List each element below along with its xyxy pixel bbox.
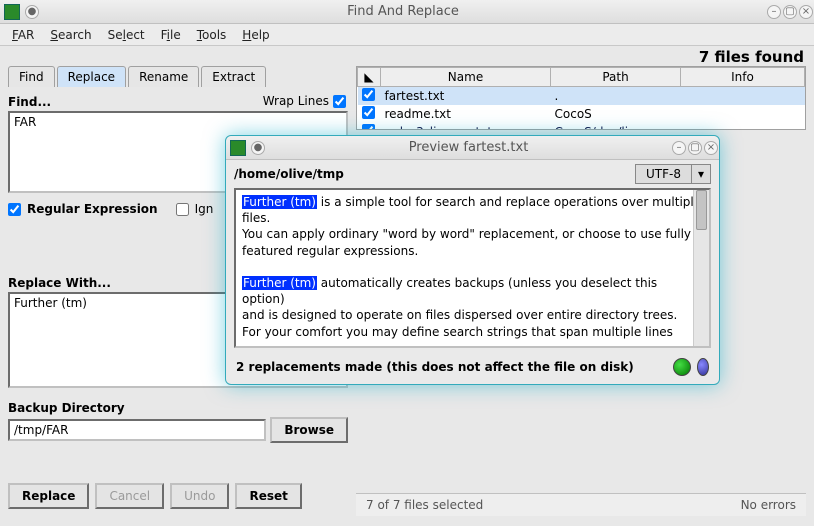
table-row[interactable]: fartest.txt . <box>358 87 805 106</box>
backup-dir-label: Backup Directory <box>8 401 348 415</box>
app-icon <box>230 140 246 156</box>
wrap-lines-row: Wrap Lines <box>263 94 348 108</box>
close-icon[interactable]: × <box>704 141 718 155</box>
ignore-label: Ign <box>195 202 214 216</box>
menu-search[interactable]: Search <box>44 26 97 44</box>
col-path[interactable]: Path <box>551 68 681 87</box>
window-menu-button[interactable]: ● <box>25 5 39 19</box>
statusbar: 7 of 7 files selected No errors <box>356 493 806 516</box>
chevron-down-icon[interactable]: ▾ <box>692 164 711 184</box>
window-menu-button[interactable]: ● <box>251 141 265 155</box>
regex-checkbox[interactable] <box>8 203 21 216</box>
tab-extract[interactable]: Extract <box>201 66 266 87</box>
app-icon <box>4 4 20 20</box>
main-titlebar: ● Find And Replace – ▢ × <box>0 0 814 24</box>
encoding-value: UTF-8 <box>635 164 692 184</box>
menu-file[interactable]: File <box>155 26 187 44</box>
tab-rename[interactable]: Rename <box>128 66 199 87</box>
highlight: Further (tm) <box>242 195 317 209</box>
cell-info <box>681 105 805 123</box>
preview-text[interactable]: Further (tm) is a simple tool for search… <box>234 188 711 348</box>
status-left: 7 of 7 files selected <box>366 498 483 512</box>
reset-button[interactable]: Reset <box>235 483 301 509</box>
cell-path: CocoS/doc/licenses <box>551 123 681 130</box>
row-checkbox[interactable] <box>362 88 375 101</box>
cancel-button[interactable]: Cancel <box>95 483 164 509</box>
tabs: Find Replace Rename Extract <box>8 66 348 87</box>
menu-far[interactable]: FAR <box>6 26 40 44</box>
cell-info <box>681 123 805 130</box>
menu-select[interactable]: Select <box>102 26 151 44</box>
replace-button[interactable]: Replace <box>8 483 89 509</box>
close-icon[interactable]: × <box>799 5 813 19</box>
table-row[interactable]: gpl_v3_license.txt CocoS/doc/licenses <box>358 123 805 130</box>
find-label: Find... <box>8 95 51 109</box>
status-right: No errors <box>741 498 796 512</box>
row-checkbox[interactable] <box>362 124 375 130</box>
col-arrow-icon[interactable]: ◣ <box>358 68 381 87</box>
scrollbar[interactable] <box>693 190 709 346</box>
backup-dir-input[interactable] <box>8 419 266 441</box>
ignore-checkbox[interactable] <box>176 203 189 216</box>
cell-name: gpl_v3_license.txt <box>381 123 551 130</box>
maximize-icon[interactable]: ▢ <box>783 5 797 19</box>
preview-window: ● Preview fartest.txt – ▢ × /home/olive/… <box>225 135 720 385</box>
table-row[interactable]: readme.txt CocoS <box>358 105 805 123</box>
tab-find[interactable]: Find <box>8 66 55 87</box>
status-dot-green[interactable] <box>673 358 691 376</box>
highlight: Further (tm) <box>242 276 317 290</box>
wrap-lines-label: Wrap Lines <box>263 94 329 108</box>
wrap-lines-checkbox[interactable] <box>333 95 346 108</box>
menu-help[interactable]: Help <box>236 26 275 44</box>
status-dot-purple[interactable] <box>697 358 709 376</box>
file-table: ◣ Name Path Info fartest.txt . readme.tx… <box>356 66 806 130</box>
window-title: Find And Replace <box>40 4 766 19</box>
undo-button[interactable]: Undo <box>170 483 229 509</box>
menubar: FAR Search Select File Tools Help <box>0 24 814 46</box>
cell-name: readme.txt <box>381 105 551 123</box>
scroll-thumb[interactable] <box>696 190 707 230</box>
menu-tools[interactable]: Tools <box>191 26 233 44</box>
col-info[interactable]: Info <box>681 68 805 87</box>
browse-button[interactable]: Browse <box>270 417 348 443</box>
col-name[interactable]: Name <box>381 68 551 87</box>
cell-name: fartest.txt <box>381 87 551 106</box>
minimize-icon[interactable]: – <box>767 5 781 19</box>
regex-label: Regular Expression <box>27 202 158 216</box>
preview-footer-text: 2 replacements made (this does not affec… <box>236 360 667 374</box>
files-found-label: 7 files found <box>0 46 814 66</box>
preview-title: Preview fartest.txt <box>266 140 671 155</box>
cell-info <box>681 87 805 106</box>
maximize-icon[interactable]: ▢ <box>688 141 702 155</box>
cell-path: . <box>551 87 681 106</box>
cell-path: CocoS <box>551 105 681 123</box>
minimize-icon[interactable]: – <box>672 141 686 155</box>
preview-path: /home/olive/tmp <box>234 167 629 181</box>
encoding-select[interactable]: UTF-8 ▾ <box>635 164 711 184</box>
row-checkbox[interactable] <box>362 106 375 119</box>
tab-replace[interactable]: Replace <box>57 66 126 87</box>
